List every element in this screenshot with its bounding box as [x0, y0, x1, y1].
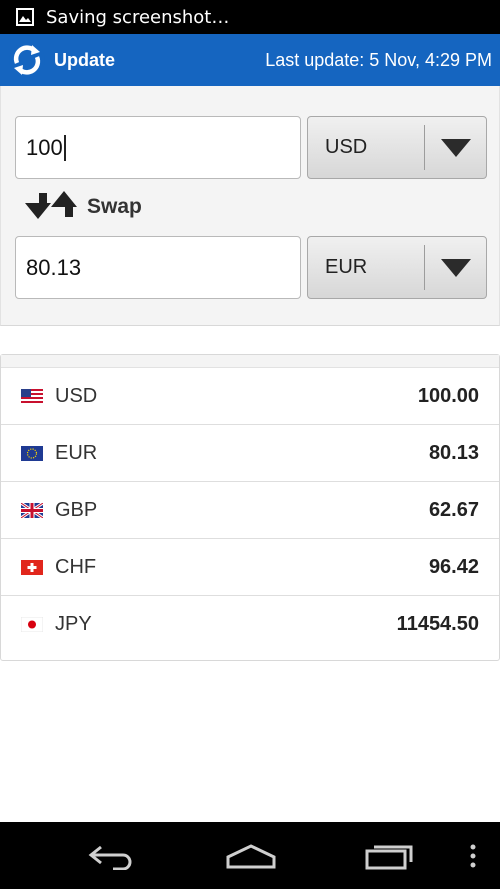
to-currency-value: EUR	[325, 256, 368, 278]
rate-row-usd[interactable]: USD 100.00	[1, 368, 499, 425]
recents-button[interactable]	[355, 822, 425, 889]
recents-icon	[365, 845, 413, 869]
currency-value: 11454.50	[396, 613, 479, 635]
back-button[interactable]	[76, 822, 146, 889]
japan-flag-icon	[21, 617, 43, 632]
update-label: Update	[54, 49, 116, 70]
currency-code: JPY	[55, 613, 92, 635]
to-amount-value: 80.13	[26, 254, 82, 280]
from-amount-value: 100	[26, 134, 63, 160]
navigation-bar	[0, 822, 500, 889]
currency-code: USD	[55, 384, 98, 407]
swiss-flag-icon	[21, 559, 43, 575]
status-bar: Saving screenshot…	[0, 0, 500, 34]
menu-icon	[470, 844, 476, 867]
update-button[interactable]: Update	[0, 34, 125, 86]
image-icon	[16, 8, 34, 26]
currency-value: 62.67	[428, 498, 479, 521]
home-icon	[226, 843, 276, 868]
swap-arrows-icon	[25, 191, 77, 219]
home-button[interactable]	[216, 822, 286, 889]
from-amount-input[interactable]: 100	[15, 116, 301, 179]
rates-list: USD 100.00 EUR 80.13 GBP 62.67 CHF 96.42	[0, 354, 500, 661]
overflow-menu-button[interactable]	[460, 822, 486, 889]
last-update-text: Last update: 5 Nov, 4:29 PM	[265, 50, 492, 70]
swap-label: Swap	[87, 195, 142, 218]
swap-button[interactable]: Swap	[21, 188, 142, 226]
uk-flag-icon	[21, 502, 43, 518]
card-header-strip	[1, 355, 499, 368]
rate-row-eur[interactable]: EUR 80.13	[1, 425, 499, 482]
text-cursor	[63, 134, 66, 161]
action-bar: Update Last update: 5 Nov, 4:29 PM	[0, 34, 500, 86]
rate-row-jpy[interactable]: JPY 11454.50	[1, 596, 499, 653]
us-flag-icon	[21, 388, 43, 404]
eu-flag-icon	[21, 445, 43, 461]
currency-value: 96.42	[428, 555, 479, 578]
notification-text: Saving screenshot…	[46, 6, 230, 28]
currency-code: EUR	[55, 441, 98, 464]
dropdown-arrow-icon	[425, 138, 486, 157]
rate-row-gbp[interactable]: GBP 62.67	[1, 482, 499, 539]
from-currency-select[interactable]: USD	[307, 116, 487, 179]
currency-code: CHF	[55, 555, 97, 578]
currency-code: GBP	[55, 498, 98, 521]
currency-value: 100.00	[417, 384, 479, 407]
to-amount-input[interactable]: 80.13	[15, 236, 301, 299]
back-icon	[88, 845, 132, 870]
currency-value: 80.13	[428, 441, 479, 464]
to-currency-select[interactable]: EUR	[307, 236, 487, 299]
from-currency-value: USD	[325, 136, 368, 158]
rate-row-chf[interactable]: CHF 96.42	[1, 539, 499, 596]
converter-panel: 100 USD Swap 80.13 EUR	[0, 86, 500, 326]
dropdown-arrow-icon	[425, 258, 486, 277]
refresh-icon	[9, 42, 45, 78]
